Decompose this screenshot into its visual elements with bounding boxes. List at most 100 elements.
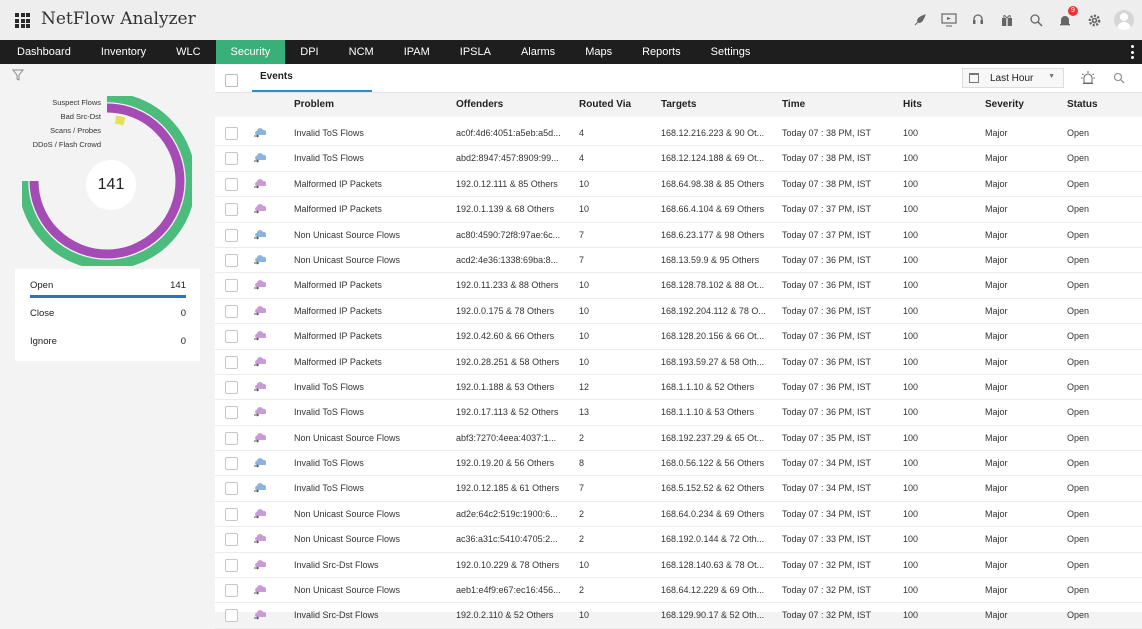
- app-grid-icon[interactable]: [15, 13, 30, 28]
- table-row[interactable]: Malformed IP Packets 192.0.12.111 & 85 Ot…: [215, 172, 1142, 198]
- row-checkbox[interactable]: [225, 304, 238, 318]
- legend-ddos-flash-crowd[interactable]: DDoS / Flash Crowd: [33, 138, 101, 152]
- row-checkbox[interactable]: [225, 228, 238, 242]
- table-row[interactable]: Non Unicast Source Flows ac80:4590:72f8:9…: [215, 223, 1142, 248]
- status-ignore-row[interactable]: Ignore 0: [15, 325, 200, 353]
- table-row[interactable]: Invalid ToS Flows 192.0.19.20 & 56 Others…: [215, 451, 1142, 477]
- rocket-icon[interactable]: [911, 11, 929, 29]
- filter-icon[interactable]: [12, 69, 24, 81]
- select-all-checkbox[interactable]: [225, 74, 238, 87]
- table-row[interactable]: Non Unicast Source Flows ad2e:64c2:519c:1…: [215, 502, 1142, 528]
- table-row[interactable]: Non Unicast Source Flows ac36:a31c:5410:4…: [215, 527, 1142, 553]
- gift-icon[interactable]: [998, 11, 1016, 29]
- problem-cell[interactable]: Malformed IP Packets: [294, 179, 382, 189]
- tab-events[interactable]: Events: [252, 64, 372, 92]
- nav-wlc[interactable]: WLC: [161, 40, 215, 64]
- column-header-targets[interactable]: Targets: [661, 99, 696, 110]
- table-row[interactable]: Invalid ToS Flows abd2:8947:457:8909:99..…: [215, 146, 1142, 172]
- problem-cell[interactable]: Invalid ToS Flows: [294, 483, 364, 493]
- problem-cell[interactable]: Non Unicast Source Flows: [294, 585, 400, 595]
- table-row[interactable]: Non Unicast Source Flows abf3:7270:4eea:4…: [215, 426, 1142, 452]
- row-checkbox[interactable]: [225, 380, 238, 394]
- table-row[interactable]: Non Unicast Source Flows acd2:4e36:1338:6…: [215, 248, 1142, 274]
- row-checkbox[interactable]: [225, 609, 238, 623]
- problem-cell[interactable]: Malformed IP Packets: [294, 306, 382, 316]
- table-row[interactable]: Malformed IP Packets 192.0.28.251 & 58 Ot…: [215, 350, 1142, 375]
- table-row[interactable]: Malformed IP Packets 192.0.1.139 & 68 Oth…: [215, 197, 1142, 223]
- row-checkbox[interactable]: [225, 253, 238, 267]
- nav-ncm[interactable]: NCM: [334, 40, 389, 64]
- problem-cell[interactable]: Malformed IP Packets: [294, 331, 382, 341]
- nav-alarms[interactable]: Alarms: [506, 40, 570, 64]
- problem-cell[interactable]: Invalid ToS Flows: [294, 407, 364, 417]
- alarm-icon[interactable]: [1080, 70, 1096, 86]
- legend-suspect-flows[interactable]: Suspect Flows: [33, 96, 101, 110]
- table-row[interactable]: Invalid ToS Flows 192.0.17.113 & 52 Other…: [215, 400, 1142, 426]
- legend-scans-probes[interactable]: Scans / Probes: [33, 124, 101, 138]
- avatar[interactable]: [1114, 10, 1134, 30]
- time-range-select[interactable]: Last Hour ▼: [962, 68, 1064, 88]
- problem-cell[interactable]: Malformed IP Packets: [294, 204, 382, 214]
- nav-ipsla[interactable]: IPSLA: [445, 40, 506, 64]
- row-checkbox[interactable]: [225, 406, 238, 420]
- nav-reports[interactable]: Reports: [627, 40, 696, 64]
- nav-maps[interactable]: Maps: [570, 40, 627, 64]
- gear-icon[interactable]: [1085, 11, 1103, 29]
- problem-cell[interactable]: Non Unicast Source Flows: [294, 433, 400, 443]
- row-checkbox[interactable]: [225, 457, 238, 471]
- problem-cell[interactable]: Invalid ToS Flows: [294, 153, 364, 163]
- column-header-routed-via[interactable]: Routed Via: [579, 99, 631, 110]
- problem-cell[interactable]: Non Unicast Source Flows: [294, 255, 400, 265]
- column-header-status[interactable]: Status: [1067, 99, 1098, 110]
- table-row[interactable]: Malformed IP Packets 192.0.42.60 & 66 Oth…: [215, 324, 1142, 350]
- nav-inventory[interactable]: Inventory: [86, 40, 161, 64]
- nav-settings[interactable]: Settings: [696, 40, 766, 64]
- table-row[interactable]: Invalid ToS Flows 192.0.12.185 & 61 Other…: [215, 476, 1142, 502]
- column-header-severity[interactable]: Severity: [985, 99, 1024, 110]
- column-header-time[interactable]: Time: [782, 99, 805, 110]
- status-open-row[interactable]: Open 141: [15, 269, 200, 298]
- column-header-offenders[interactable]: Offenders: [456, 99, 503, 110]
- column-header-hits[interactable]: Hits: [903, 99, 922, 110]
- problem-cell[interactable]: Invalid Src-Dst Flows: [294, 560, 379, 570]
- column-header-problem[interactable]: Problem: [294, 99, 334, 110]
- row-checkbox[interactable]: [225, 584, 238, 598]
- row-checkbox[interactable]: [225, 127, 238, 140]
- legend-bad-src-dst[interactable]: Bad Src-Dst: [33, 110, 101, 124]
- row-checkbox[interactable]: [225, 431, 238, 445]
- headset-icon[interactable]: [969, 11, 987, 29]
- table-search-icon[interactable]: [1113, 72, 1125, 84]
- row-checkbox[interactable]: [225, 330, 238, 344]
- row-checkbox[interactable]: [225, 152, 238, 166]
- problem-cell[interactable]: Malformed IP Packets: [294, 357, 382, 367]
- problem-cell[interactable]: Invalid ToS Flows: [294, 128, 364, 138]
- table-row[interactable]: Malformed IP Packets 192.0.0.175 & 78 Oth…: [215, 299, 1142, 325]
- more-menu-icon[interactable]: [1131, 45, 1134, 59]
- table-row[interactable]: Invalid ToS Flows 192.0.1.188 & 53 Others…: [215, 375, 1142, 401]
- row-checkbox[interactable]: [225, 482, 238, 496]
- problem-cell[interactable]: Invalid ToS Flows: [294, 382, 364, 392]
- status-close-row[interactable]: Close 0: [15, 297, 200, 325]
- problem-cell[interactable]: Non Unicast Source Flows: [294, 230, 400, 240]
- table-row[interactable]: Invalid Src-Dst Flows 192.0.2.110 & 52 Ot…: [215, 603, 1142, 629]
- nav-dashboard[interactable]: Dashboard: [0, 40, 86, 64]
- row-checkbox[interactable]: [225, 558, 238, 572]
- problem-cell[interactable]: Malformed IP Packets: [294, 280, 382, 290]
- bell-icon[interactable]: 9: [1056, 6, 1078, 29]
- row-checkbox[interactable]: [225, 203, 238, 217]
- nav-security[interactable]: Security: [215, 40, 286, 64]
- problem-cell[interactable]: Invalid ToS Flows: [294, 458, 364, 468]
- nav-ipam[interactable]: IPAM: [389, 40, 445, 64]
- row-checkbox[interactable]: [225, 533, 238, 547]
- table-row[interactable]: Invalid ToS Flows ac0f:4d6:4051:a5eb:a5d.…: [215, 121, 1142, 147]
- table-row[interactable]: Invalid Src-Dst Flows 192.0.10.229 & 78 O…: [215, 553, 1142, 579]
- monitor-icon[interactable]: [940, 11, 958, 29]
- table-row[interactable]: Non Unicast Source Flows aeb1:e4f9:e67:ec…: [215, 578, 1142, 604]
- problem-cell[interactable]: Non Unicast Source Flows: [294, 534, 400, 544]
- search-icon[interactable]: [1027, 11, 1045, 29]
- scans-probes-ring[interactable]: [115, 115, 126, 126]
- nav-dpi[interactable]: DPI: [285, 40, 333, 64]
- problem-cell[interactable]: Non Unicast Source Flows: [294, 509, 400, 519]
- row-checkbox[interactable]: [225, 177, 238, 191]
- row-checkbox[interactable]: [225, 279, 238, 293]
